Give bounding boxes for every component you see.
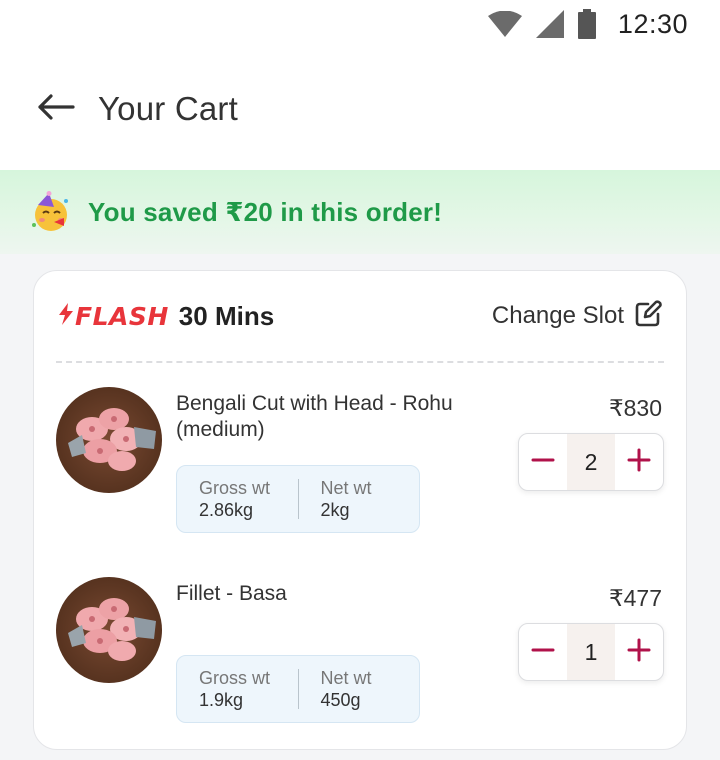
savings-text: You saved ₹20 in this order! <box>88 196 443 227</box>
product-name: Fillet - Basa <box>176 582 287 605</box>
edit-icon <box>634 299 662 333</box>
change-slot-button[interactable]: Change Slot <box>491 299 662 333</box>
dashed-divider <box>56 361 664 363</box>
arrow-left-icon <box>37 93 75 125</box>
lightning-icon <box>58 302 74 331</box>
party-face-icon <box>30 191 72 233</box>
battery-icon <box>577 9 596 39</box>
page-title: Your Cart <box>98 90 238 127</box>
quantity-stepper: 1 <box>518 623 664 681</box>
delivery-duration: 30 Mins <box>178 300 275 331</box>
decrease-quantity-button[interactable] <box>519 624 567 680</box>
gross-weight-label: Gross wt <box>199 668 271 688</box>
decrease-quantity-button[interactable] <box>519 434 567 490</box>
status-bar: 12:30 <box>0 0 720 48</box>
status-time: 12:30 <box>617 8 688 39</box>
gross-weight-value: 1.9kg <box>199 690 244 710</box>
product-image <box>56 577 162 683</box>
flash-logo: FLASH <box>58 302 169 331</box>
net-weight-label: Net wt <box>320 668 372 688</box>
increase-quantity-button[interactable] <box>615 434 663 490</box>
product-image <box>56 387 162 493</box>
product-name: Bengali Cut with Head - Rohu (medium) <box>176 392 453 441</box>
net-weight-value: 2kg <box>320 500 350 520</box>
flash-brand-text: FLASH <box>75 301 169 331</box>
quantity-value: 1 <box>567 624 615 680</box>
delivery-slot-row: FLASH 30 Mins Change Slot <box>34 271 686 361</box>
gross-weight-value: 2.86kg <box>199 500 254 520</box>
plus-icon <box>627 638 651 667</box>
minus-icon <box>531 448 555 477</box>
net-weight-label: Net wt <box>320 478 372 498</box>
cart-item: Bengali Cut with Head - Rohu (medium) ₹8… <box>34 387 686 557</box>
weight-info: Gross wt 1.9kg Net wt 450g <box>176 655 420 723</box>
product-price: ₹830 <box>608 395 662 421</box>
cart-item: Fillet - Basa ₹477 Gross wt 1.9kg Net wt… <box>34 577 686 747</box>
cart-card: FLASH 30 Mins Change Slot Bengali Cut wi… <box>33 270 687 750</box>
weight-info: Gross wt 2.86kg Net wt 2kg <box>176 465 420 533</box>
savings-banner: You saved ₹20 in this order! <box>0 170 720 254</box>
cellular-signal-icon <box>535 10 564 38</box>
product-price: ₹477 <box>608 585 662 611</box>
back-button[interactable] <box>36 89 76 129</box>
plus-icon <box>627 448 651 477</box>
app-header: Your Cart <box>0 48 720 170</box>
minus-icon <box>531 638 555 667</box>
change-slot-label: Change Slot <box>491 302 624 329</box>
quantity-stepper: 2 <box>518 433 664 491</box>
gross-weight-label: Gross wt <box>199 478 271 498</box>
net-weight-value: 450g <box>320 690 361 710</box>
quantity-value: 2 <box>567 434 615 490</box>
wifi-icon <box>487 11 522 37</box>
increase-quantity-button[interactable] <box>615 624 663 680</box>
